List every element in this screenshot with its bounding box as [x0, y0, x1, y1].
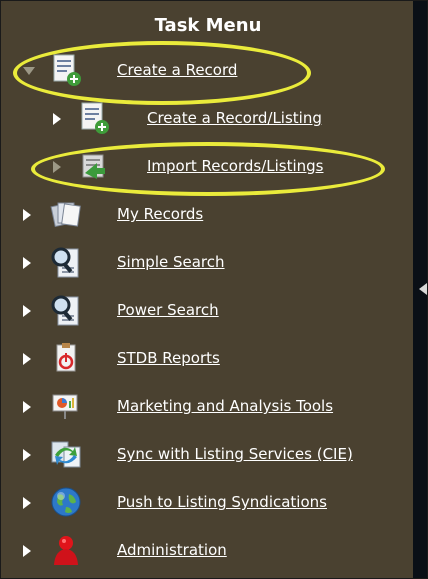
menu-item-sync-with-listing-services[interactable]: Sync with Listing Services (CIE) — [1, 437, 415, 473]
expand-arrow-icon[interactable] — [53, 113, 61, 125]
expand-arrow-icon[interactable] — [23, 305, 31, 317]
task-menu-title: Task Menu — [154, 15, 262, 36]
expand-arrow-icon[interactable] — [23, 401, 31, 413]
menu-item-push-to-listing-syndications[interactable]: Push to Listing Syndications — [1, 485, 415, 521]
expand-arrow-icon[interactable] — [23, 257, 31, 269]
menu-item-label[interactable]: Simple Search — [117, 253, 225, 271]
collapse-panel-arrow-icon[interactable] — [419, 283, 427, 295]
menu-item-power-search[interactable]: Power Search — [1, 293, 415, 329]
document-add-icon — [81, 102, 109, 134]
magnifier-document-icon — [51, 247, 79, 278]
menu-item-administration[interactable]: Administration — [1, 533, 415, 569]
expanded-arrow-icon[interactable] — [23, 67, 35, 75]
task-menu-panel: Task Menu Create a Record Create a Recor… — [0, 0, 428, 579]
menu-item-label[interactable]: Power Search — [117, 301, 219, 319]
menu-item-label[interactable]: Marketing and Analysis Tools — [117, 397, 333, 415]
import-icon — [82, 154, 105, 179]
expand-arrow-icon[interactable] — [23, 449, 31, 461]
menu-item-my-records[interactable]: My Records — [1, 197, 415, 233]
menu-item-label[interactable]: Create a Record/Listing — [147, 109, 322, 127]
menu-item-import-records-listings[interactable]: Import Records/Listings — [1, 149, 415, 185]
menu-item-label[interactable]: Import Records/Listings — [147, 157, 323, 175]
menu-item-label[interactable]: STDB Reports — [117, 349, 220, 367]
menu-item-label[interactable]: Push to Listing Syndications — [117, 493, 327, 511]
menu-item-create-a-record[interactable]: Create a Record — [1, 53, 415, 89]
expand-arrow-icon[interactable] — [23, 497, 31, 509]
administrator-icon — [54, 536, 78, 565]
document-add-icon — [53, 54, 81, 86]
menu-item-label[interactable]: Administration — [117, 541, 227, 559]
sync-icon — [51, 441, 81, 468]
magnifier-document-icon — [51, 295, 79, 326]
menu-item-label[interactable]: My Records — [117, 205, 203, 223]
menu-item-label[interactable]: Create a Record — [117, 61, 237, 79]
menu-item-create-a-record-listing[interactable]: Create a Record/Listing — [1, 101, 415, 137]
menu-item-marketing-and-analysis-tools[interactable]: Marketing and Analysis Tools — [1, 389, 415, 425]
expand-arrow-icon[interactable] — [23, 545, 31, 557]
expand-arrow-icon[interactable] — [53, 161, 61, 173]
expand-arrow-icon[interactable] — [23, 353, 31, 365]
expand-arrow-icon[interactable] — [23, 209, 31, 221]
globe-icon — [51, 487, 81, 517]
menu-item-stdb-reports[interactable]: STDB Reports — [1, 341, 415, 377]
presentation-icon — [52, 394, 78, 419]
report-icon — [56, 343, 76, 372]
menu-item-label[interactable]: Sync with Listing Services (CIE) — [117, 445, 353, 463]
records-stack-icon — [50, 202, 81, 228]
menu-item-simple-search[interactable]: Simple Search — [1, 245, 415, 281]
